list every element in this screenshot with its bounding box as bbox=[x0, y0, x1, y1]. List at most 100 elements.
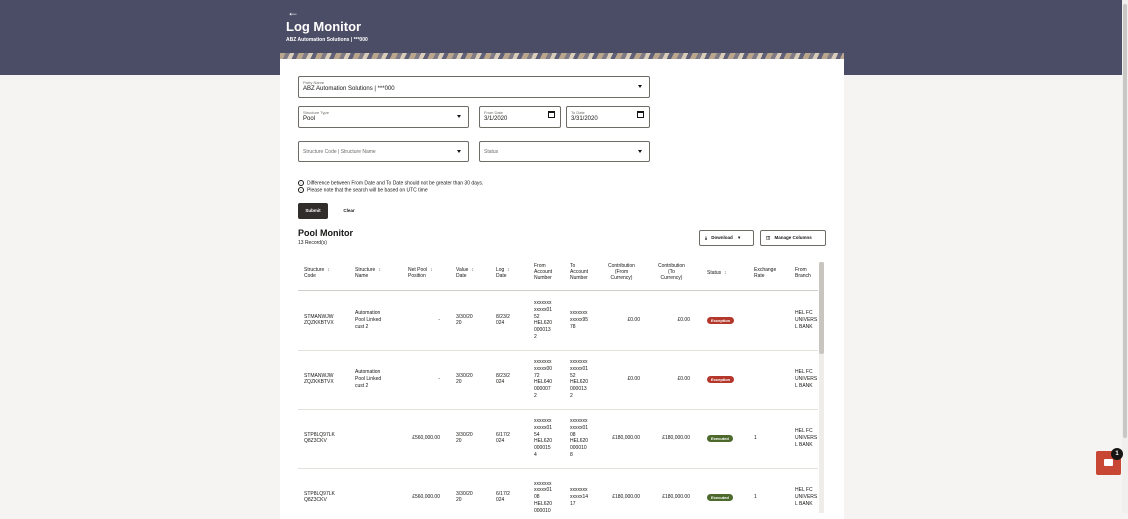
column-header: From Account Number bbox=[534, 263, 553, 281]
table-header: Structure ↕ Code Structure ↕ Name Net Pool ↕ Pos… bbox=[298, 258, 818, 291]
chevron-down-icon: ▾ bbox=[738, 235, 741, 240]
column-header: From Branch bbox=[795, 267, 811, 279]
status-badge: Executed bbox=[707, 434, 733, 442]
structure-type-label: Structure Type bbox=[303, 110, 329, 115]
table-cell: 8/23/2 024 bbox=[496, 313, 510, 327]
column-header: Exchange Rate bbox=[754, 267, 777, 279]
table-cell: xxxxxxx xxxxx01 52 HEL620 000013 2 bbox=[570, 359, 589, 400]
download-button[interactable]: ⤓ Download ▾ bbox=[699, 230, 754, 246]
back-arrow-icon[interactable]: ← bbox=[287, 6, 299, 18]
table-cell: STP8LQ97LK Q8Z3CKV bbox=[304, 431, 335, 445]
table-cell: xxxxxxx xxxxx01 08 HEL620 000010 8 bbox=[570, 418, 589, 459]
table-cell: HEL FC UNIVERS L BANK bbox=[795, 310, 818, 330]
chat-icon bbox=[1104, 459, 1113, 466]
status-badge: Exception bbox=[707, 316, 735, 324]
download-icon: ⤓ bbox=[705, 235, 707, 240]
table-cell: £0.00 bbox=[627, 317, 640, 324]
page-scrollbar[interactable] bbox=[1122, 0, 1128, 513]
scrollbar-thumb[interactable] bbox=[819, 262, 824, 354]
sort-icon[interactable]: ↕ bbox=[507, 267, 510, 273]
column-header[interactable]: Structure ↕ Name bbox=[355, 267, 381, 279]
table-cell: 8/23/2 024 bbox=[496, 372, 510, 386]
sort-icon[interactable]: ↕ bbox=[430, 267, 433, 273]
table-cell: £560,000.00 bbox=[412, 494, 440, 501]
status-badge: Exception bbox=[707, 375, 735, 383]
party-name-select[interactable]: Party Name ABZ Automation Solutions | **… bbox=[298, 76, 650, 98]
column-header[interactable]: Status ↕ bbox=[707, 270, 727, 276]
page-scrollbar-thumb[interactable] bbox=[1123, 4, 1127, 438]
calendar-icon[interactable] bbox=[637, 111, 644, 118]
table-row[interactable]: STP8LQ97LK Q8Z3CKV £560,000.00 3/30/20 20 6/1… bbox=[298, 468, 818, 518]
from-date-field[interactable]: From Date 3/1/2020 bbox=[479, 106, 561, 128]
table-cell: xxxxxxx xxxxx01 52 HEL620 000013 2 bbox=[534, 300, 553, 341]
table-cell: 3/30/20 20 bbox=[456, 313, 473, 327]
info-note: i Difference between From Date and To Dat… bbox=[298, 180, 483, 186]
sort-icon[interactable]: ↕ bbox=[378, 267, 381, 273]
table-row[interactable]: STMANWJW ZQZKKBTVX Automation Pool Linked cu… bbox=[298, 350, 818, 410]
table-cell: xxxxxxx xxxxx14 17 bbox=[570, 487, 589, 507]
table-cell: £0.00 bbox=[677, 317, 690, 324]
status-placeholder: Status bbox=[484, 149, 499, 155]
table-cell: STMANWJW ZQZKKBTVX bbox=[304, 313, 334, 327]
column-header[interactable]: Structure ↕ Code bbox=[304, 267, 330, 279]
table-cell: Automation Pool Linked cust 2 bbox=[355, 310, 382, 330]
table-cell: xxxxxxx xxxxx01 54 HEL620 000015 4 bbox=[534, 418, 553, 459]
column-header: Contribution (To Currency) bbox=[658, 263, 685, 281]
to-date-label: To Date bbox=[571, 110, 585, 115]
from-date-label: From Date bbox=[484, 110, 503, 115]
table-row[interactable]: STP8LQ97LK Q8Z3CKV £560,000.00 3/30/20 20 6/1… bbox=[298, 409, 818, 469]
sort-icon[interactable]: ↕ bbox=[471, 267, 474, 273]
to-date-field[interactable]: To Date 3/31/2020 bbox=[566, 106, 650, 128]
status-select[interactable]: Status bbox=[479, 141, 650, 162]
structure-type-select[interactable]: Structure Type Pool bbox=[298, 106, 469, 128]
column-header: Contribution (From Currency) bbox=[608, 263, 635, 281]
table-cell: - bbox=[438, 376, 440, 383]
columns-icon: ◫ bbox=[766, 235, 771, 240]
table-cell: 3/30/20 20 bbox=[456, 431, 473, 445]
sort-icon[interactable]: ↕ bbox=[327, 267, 330, 273]
table-cell: 1 bbox=[754, 435, 757, 442]
chat-badge: 1 bbox=[1111, 448, 1123, 460]
column-header[interactable]: Net Pool ↕ Position bbox=[408, 267, 433, 279]
page-subtitle: ABZ Automation Solutions | ***000 bbox=[286, 37, 368, 43]
table-cell: £180,000.00 bbox=[612, 494, 640, 501]
section-title: Pool Monitor bbox=[298, 228, 353, 238]
chevron-down-icon bbox=[457, 115, 461, 118]
sort-icon[interactable]: ↕ bbox=[724, 270, 727, 276]
table-cell: HEL FC UNIVERS L BANK bbox=[795, 487, 818, 507]
party-name-value: ABZ Automation Solutions | ***000 bbox=[303, 86, 395, 92]
status-badge: Executed bbox=[707, 493, 733, 501]
table-cell: STP8LQ97LK Q8Z3CKV bbox=[304, 490, 335, 504]
info-note: i Please note that the search will be bas… bbox=[298, 187, 428, 193]
table-cell: £180,000.00 bbox=[662, 494, 690, 501]
from-date-value: 3/1/2020 bbox=[484, 116, 508, 122]
structure-type-value: Pool bbox=[303, 116, 316, 122]
column-header: To Account Number bbox=[570, 263, 589, 281]
table-cell: HEL FC UNIVERS L BANK bbox=[795, 369, 818, 389]
table-cell: £0.00 bbox=[627, 376, 640, 383]
column-header[interactable]: Log ↕ Date bbox=[496, 267, 510, 279]
table-cell: £0.00 bbox=[677, 376, 690, 383]
column-header[interactable]: Value ↕ Date bbox=[456, 267, 474, 279]
table-cell: 6/17/2 024 bbox=[496, 431, 510, 445]
page-title: Log Monitor bbox=[286, 19, 362, 34]
manage-columns-button[interactable]: ◫ Manage Columns bbox=[760, 230, 826, 246]
table-scrollbar[interactable] bbox=[819, 262, 824, 513]
chevron-down-icon bbox=[457, 149, 461, 153]
info-icon: i bbox=[298, 187, 304, 193]
table-cell: xxxxxxx xxxxx00 72 HEL640 000007 2 bbox=[534, 359, 553, 400]
submit-button[interactable]: Submit bbox=[298, 203, 328, 219]
party-name-label: Party Name bbox=[303, 80, 325, 85]
table-row[interactable]: STMANWJW ZQZKKBTVX Automation Pool Linked cu… bbox=[298, 291, 818, 351]
to-date-value: 3/31/2020 bbox=[571, 116, 598, 122]
structure-code-select[interactable]: Structure Code | Structure Name bbox=[298, 141, 469, 162]
table-cell: £560,000.00 bbox=[412, 435, 440, 442]
table-cell: £180,000.00 bbox=[612, 435, 640, 442]
table-cell: HEL FC UNIVERS L BANK bbox=[795, 428, 818, 448]
table-cell: 3/30/20 20 bbox=[456, 490, 473, 504]
info-icon: i bbox=[298, 180, 304, 186]
table-cell: STMANWJW ZQZKKBTVX bbox=[304, 372, 334, 386]
calendar-icon[interactable] bbox=[548, 111, 555, 118]
record-count: 13 Record(s) bbox=[298, 240, 327, 246]
clear-button[interactable]: Clear bbox=[336, 203, 362, 219]
